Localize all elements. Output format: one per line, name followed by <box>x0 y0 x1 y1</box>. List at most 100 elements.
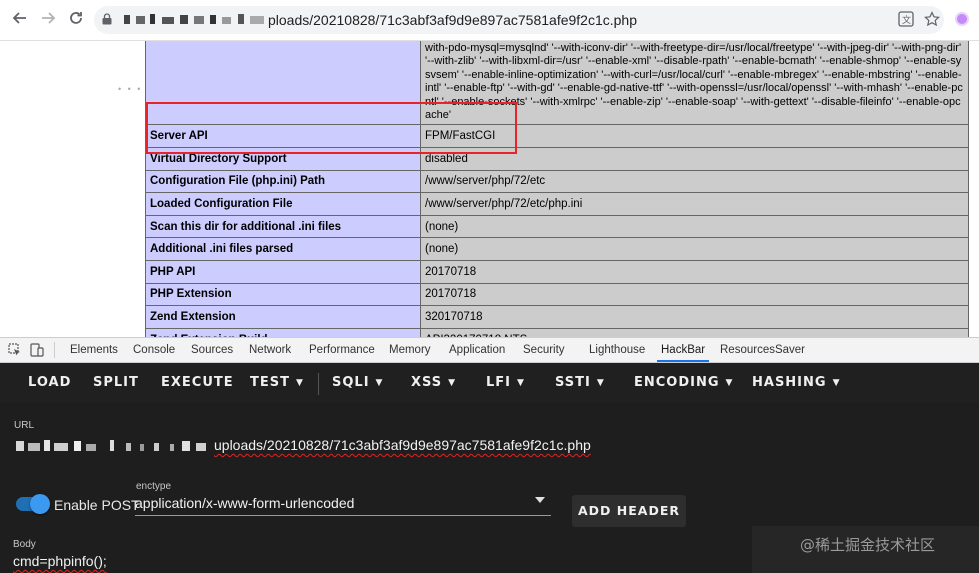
add-header-button[interactable]: ADD HEADER <box>572 495 686 527</box>
caret-down-icon: ▼ <box>295 378 304 388</box>
devtools-tab-network[interactable]: Network <box>249 344 291 356</box>
address-bar[interactable]: ploads/20210828/71c3abf3af9d9e897ac7581a… <box>94 6 944 34</box>
redacted-url-host <box>14 437 214 455</box>
row-key: Configuration File (php.ini) Path <box>145 169 421 194</box>
enable-post-label: Enable POST <box>54 497 140 513</box>
devtools-tab-application[interactable]: Application <box>449 344 505 356</box>
row-value: /www/server/php/72/etc/php.ini <box>420 192 969 216</box>
watermark-text: @稀土掘金技术社区 <box>800 536 936 554</box>
device-toolbar-icon[interactable] <box>30 343 44 357</box>
row-key <box>145 41 421 126</box>
phpinfo-row: Server API FPM/FastCGI <box>145 124 969 149</box>
phpinfo-page: with-pdo-mysql=mysqlnd' '--with-iconv-di… <box>0 41 979 337</box>
row-key: Zend Extension Build <box>145 327 421 337</box>
row-key: Additional .ini files parsed <box>145 237 421 261</box>
phpinfo-row: Additional .ini files parsed (none) <box>145 237 969 261</box>
enable-post-toggle[interactable] <box>16 494 50 514</box>
row-key: Server API <box>145 124 421 149</box>
test-menu-button[interactable]: TEST ▼ <box>250 375 304 390</box>
enctype-select[interactable]: application/x-www-form-urlencoded <box>135 493 551 516</box>
url-text: ploads/20210828/71c3abf3af9d9e897ac7581a… <box>268 12 637 28</box>
row-key: Loaded Configuration File <box>145 192 421 216</box>
enctype-selected-value: application/x-www-form-urlencoded <box>135 495 355 511</box>
caret-down-icon: ▼ <box>517 378 525 388</box>
url-field-label: URL <box>14 420 35 431</box>
ssti-menu-button[interactable]: SSTI ▼ <box>555 375 605 390</box>
configure-command-row: with-pdo-mysql=mysqlnd' '--with-iconv-di… <box>145 41 969 126</box>
devtools-tab-console[interactable]: Console <box>133 344 175 356</box>
devtools-tab-lighthouse[interactable]: Lighthouse <box>589 344 645 356</box>
browser-toolbar: ploads/20210828/71c3abf3af9d9e897ac7581a… <box>0 0 979 41</box>
phpinfo-row: PHP API 20170718 <box>145 260 969 284</box>
phpinfo-row: Virtual Directory Support disabled <box>145 147 969 171</box>
arrow-left-icon[interactable] <box>10 10 30 30</box>
arrow-right-icon[interactable] <box>38 10 58 30</box>
body-input[interactable]: cmd=phpinfo(); <box>13 553 107 569</box>
lock-icon <box>102 12 112 25</box>
hashing-menu-button[interactable]: HASHING ▼ <box>752 375 841 390</box>
row-key: Zend Extension <box>145 305 421 329</box>
body-field-label: Body <box>13 539 36 550</box>
test-menu-label: TEST <box>250 375 290 390</box>
phpinfo-row: Zend Extension 320170718 <box>145 305 969 329</box>
sqli-menu-label: SQLI <box>332 375 370 390</box>
phpinfo-row: Loaded Configuration File/www/server/php… <box>145 192 969 216</box>
toolbar-divider <box>318 373 319 395</box>
encoding-menu-button[interactable]: ENCODING ▼ <box>634 375 733 390</box>
devtools-tab-security[interactable]: Security <box>523 344 565 356</box>
lfi-menu-button[interactable]: LFI ▼ <box>486 375 525 390</box>
devtools-tab-memory[interactable]: Memory <box>389 344 431 356</box>
row-value: disabled <box>420 147 969 171</box>
reload-icon[interactable] <box>66 10 86 30</box>
devtools-tab-resourcessaver[interactable]: ResourcesSaver <box>720 344 805 356</box>
row-key: Virtual Directory Support <box>145 147 421 171</box>
toolbar-divider <box>54 342 55 358</box>
sqli-menu-button[interactable]: SQLI ▼ <box>332 375 383 390</box>
row-value: /www/server/php/72/etc <box>420 169 969 194</box>
caret-down-icon: ▼ <box>448 378 457 388</box>
url-input[interactable]: uploads/20210828/71c3abf3af9d9e897ac7581… <box>14 433 964 459</box>
row-value: (none) <box>420 237 969 261</box>
devtools-tab-performance[interactable]: Performance <box>309 344 375 356</box>
hackbar-toolbar: LOAD SPLIT EXECUTE TEST ▼ SQLI ▼ XSS ▼ LFI ▼… <box>0 363 979 403</box>
xss-menu-button[interactable]: XSS ▼ <box>411 375 456 390</box>
hashing-menu-label: HASHING <box>752 375 827 390</box>
decorative-dots: • • • <box>118 84 143 94</box>
redacted-host <box>122 12 272 28</box>
url-input-value: uploads/20210828/71c3abf3af9d9e897ac7581… <box>214 437 591 453</box>
ssti-menu-label: SSTI <box>555 375 591 390</box>
phpinfo-row: Scan this dir for additional .ini files(… <box>145 214 969 239</box>
row-value: FPM/FastCGI <box>420 124 969 149</box>
load-button-label: LOAD <box>28 375 72 390</box>
url-value-text: uploads/20210828/71c3abf3af9d9e897ac7581… <box>214 437 591 453</box>
devtools-tab-strip: Elements Console Sources Network Performance… <box>0 337 979 363</box>
load-button[interactable]: LOAD <box>28 375 71 390</box>
caret-down-icon: ▼ <box>725 378 734 388</box>
phpinfo-row: PHP Extension 20170718 <box>145 282 969 307</box>
translate-icon[interactable]: 文 <box>898 11 914 31</box>
body-input-value: cmd=phpinfo(); <box>13 553 107 569</box>
encoding-menu-label: ENCODING <box>634 375 720 390</box>
enctype-label: enctype <box>136 481 172 492</box>
caret-down-icon: ▼ <box>375 378 384 388</box>
split-button[interactable]: SPLIT <box>93 375 139 390</box>
phpinfo-row: Configuration File (php.ini) Path/www/se… <box>145 169 969 194</box>
row-value: 20170718 <box>420 260 969 284</box>
row-key: PHP API <box>145 260 421 284</box>
phpinfo-table: with-pdo-mysql=mysqlnd' '--with-iconv-di… <box>145 41 969 337</box>
execute-button[interactable]: EXECUTE <box>161 375 234 390</box>
inspect-element-icon[interactable] <box>8 343 22 357</box>
caret-down-icon: ▼ <box>832 378 841 388</box>
xss-menu-label: XSS <box>411 375 443 390</box>
svg-text:文: 文 <box>902 14 911 26</box>
lfi-menu-label: LFI <box>486 375 512 390</box>
devtools-tab-elements[interactable]: Elements <box>70 344 118 356</box>
row-value: 20170718 <box>420 282 969 307</box>
devtools-tab-sources[interactable]: Sources <box>191 344 233 356</box>
star-icon[interactable] <box>924 11 940 31</box>
split-button-label: SPLIT <box>93 375 139 390</box>
devtools-tab-hackbar[interactable]: HackBar <box>656 344 710 362</box>
row-value: 320170718 <box>420 305 969 329</box>
profile-avatar[interactable] <box>955 12 969 26</box>
row-key: Scan this dir for additional .ini files <box>145 214 421 239</box>
